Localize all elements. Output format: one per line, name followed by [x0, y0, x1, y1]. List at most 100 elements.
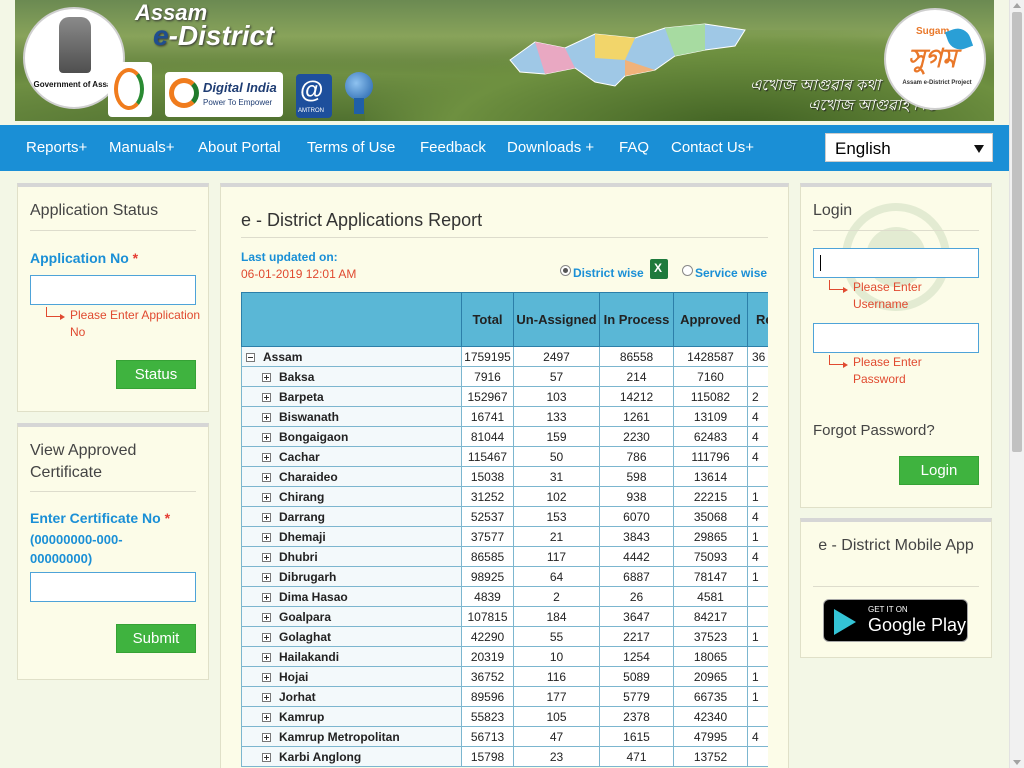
google-play-badge[interactable]: GET IT ON Google Play: [823, 599, 968, 642]
chevron-down-icon: [974, 145, 984, 153]
district-inprocess: 2217: [599, 626, 674, 647]
district-approved: 13614: [673, 466, 748, 487]
expand-icon[interactable]: [262, 492, 271, 502]
table-row: Chirang 31252 102 938 22215 1: [241, 486, 768, 507]
district-approved: 29865: [673, 526, 748, 547]
district-total: 89596: [461, 686, 514, 707]
service-wise-label[interactable]: Service wise: [695, 266, 767, 280]
district-wise-radio[interactable]: [560, 265, 571, 276]
district-unassigned: 55: [513, 626, 600, 647]
excel-export-icon[interactable]: [650, 259, 668, 279]
district-name: Hailakandi: [279, 649, 340, 664]
table-row: Karbi Anglong 15798 23 471 13752: [241, 746, 768, 767]
nav-faq[interactable]: FAQ: [619, 139, 649, 156]
district-rejected: 1: [747, 626, 768, 647]
col-header-rejected[interactable]: Rejected: [747, 292, 768, 347]
scroll-thumb[interactable]: [1012, 12, 1022, 452]
emblem-icon: [59, 17, 91, 73]
nav-contact-us[interactable]: Contact Us+: [671, 139, 754, 156]
district-approved: 84217: [673, 606, 748, 627]
report-table-container[interactable]: Total Un-Assigned In Process Approved Re…: [241, 292, 768, 768]
amtron-logo: @ AMTRON: [296, 74, 332, 118]
expand-icon[interactable]: [262, 672, 271, 682]
password-input[interactable]: [813, 323, 979, 353]
expand-icon[interactable]: [262, 652, 271, 662]
district-total: 81044: [461, 426, 514, 447]
expand-icon[interactable]: [262, 612, 271, 622]
district-name: Dima Hasao: [279, 589, 348, 604]
district-unassigned: 103: [513, 386, 600, 407]
district-wise-label[interactable]: District wise: [573, 266, 644, 280]
table-row: Goalpara 107815 184 3647 84217: [241, 606, 768, 627]
district-approved: 115082: [673, 386, 748, 407]
divider: [241, 237, 768, 238]
district-total: 56713: [461, 726, 514, 747]
forgot-password-link[interactable]: Forgot Password?: [813, 422, 935, 439]
sugam-logo[interactable]: Sugam সুগম Assam e-District Project: [884, 8, 986, 110]
service-wise-radio[interactable]: [682, 265, 693, 276]
nav-terms-of-use[interactable]: Terms of Use: [307, 139, 395, 156]
district-approved: 35068: [673, 506, 748, 527]
col-header-total[interactable]: Total: [461, 292, 514, 347]
district-inprocess: 3647: [599, 606, 674, 627]
expand-icon[interactable]: [262, 732, 271, 742]
col-header-unassigned[interactable]: Un-Assigned: [513, 292, 600, 347]
expand-icon[interactable]: [262, 712, 271, 722]
expand-icon[interactable]: [262, 392, 271, 402]
district-unassigned: 105: [513, 706, 600, 727]
hint-arrow-icon: [46, 307, 65, 320]
page-scrollbar[interactable]: [1009, 0, 1024, 768]
amtron-icon: @: [300, 77, 324, 104]
district-unassigned: 102: [513, 486, 600, 507]
district-name: Hojai: [279, 669, 309, 684]
expand-icon[interactable]: [262, 512, 271, 522]
scroll-down-icon[interactable]: [1013, 760, 1021, 765]
district-rejected: 1: [747, 486, 768, 507]
nav-downloads[interactable]: Downloads +: [507, 139, 594, 156]
expand-icon[interactable]: [262, 592, 271, 602]
district-approved: 20965: [673, 666, 748, 687]
expand-icon[interactable]: [262, 692, 271, 702]
col-header-inprocess[interactable]: In Process: [599, 292, 674, 347]
expand-icon[interactable]: [262, 472, 271, 482]
username-hint: Please Enter Username: [853, 280, 922, 311]
status-button[interactable]: Status: [116, 360, 196, 389]
certificate-no-input[interactable]: [30, 572, 196, 602]
login-button[interactable]: Login: [899, 456, 979, 485]
language-select[interactable]: English: [825, 133, 993, 162]
nav-reports[interactable]: Reports+: [26, 139, 87, 156]
edistrict-logo-icon: [114, 68, 144, 110]
certificate-no-label: Enter Certificate No *: [30, 510, 170, 526]
certificate-title: View Approved Certificate: [30, 442, 137, 481]
report-table: Total Un-Assigned In Process Approved Re…: [241, 292, 768, 767]
digital-india-logo: Digital India Power To Empower: [165, 72, 283, 117]
expand-icon[interactable]: [262, 572, 271, 582]
submit-button[interactable]: Submit: [116, 624, 196, 653]
nav-about-portal[interactable]: About Portal: [198, 139, 281, 156]
district-approved: 7160: [673, 366, 748, 387]
nav-manuals[interactable]: Manuals+: [109, 139, 174, 156]
table-row: Jorhat 89596 177 5779 66735 1: [241, 686, 768, 707]
expand-icon[interactable]: [262, 532, 271, 542]
expand-icon[interactable]: [262, 432, 271, 442]
district-name-cell: Biswanath: [241, 406, 462, 427]
table-row: Hojai 36752 116 5089 20965 1: [241, 666, 768, 687]
username-input[interactable]: [813, 248, 979, 278]
district-name: Cachar: [279, 449, 320, 464]
collapse-icon[interactable]: [246, 352, 255, 362]
scroll-up-icon[interactable]: [1013, 3, 1021, 8]
certificate-no-label-text: Enter Certificate No: [30, 510, 161, 526]
expand-icon[interactable]: [262, 372, 271, 382]
col-header-approved[interactable]: Approved: [673, 292, 748, 347]
divider: [30, 230, 196, 231]
expand-icon[interactable]: [262, 632, 271, 642]
application-no-label-text: Application No: [30, 250, 129, 266]
amtron-label: AMTRON: [298, 108, 324, 114]
expand-icon[interactable]: [262, 452, 271, 462]
expand-icon[interactable]: [262, 552, 271, 562]
application-no-input[interactable]: [30, 275, 196, 305]
expand-icon[interactable]: [262, 412, 271, 422]
expand-icon[interactable]: [262, 752, 271, 762]
nav-feedback[interactable]: Feedback: [420, 139, 486, 156]
district-approved: 18065: [673, 646, 748, 667]
